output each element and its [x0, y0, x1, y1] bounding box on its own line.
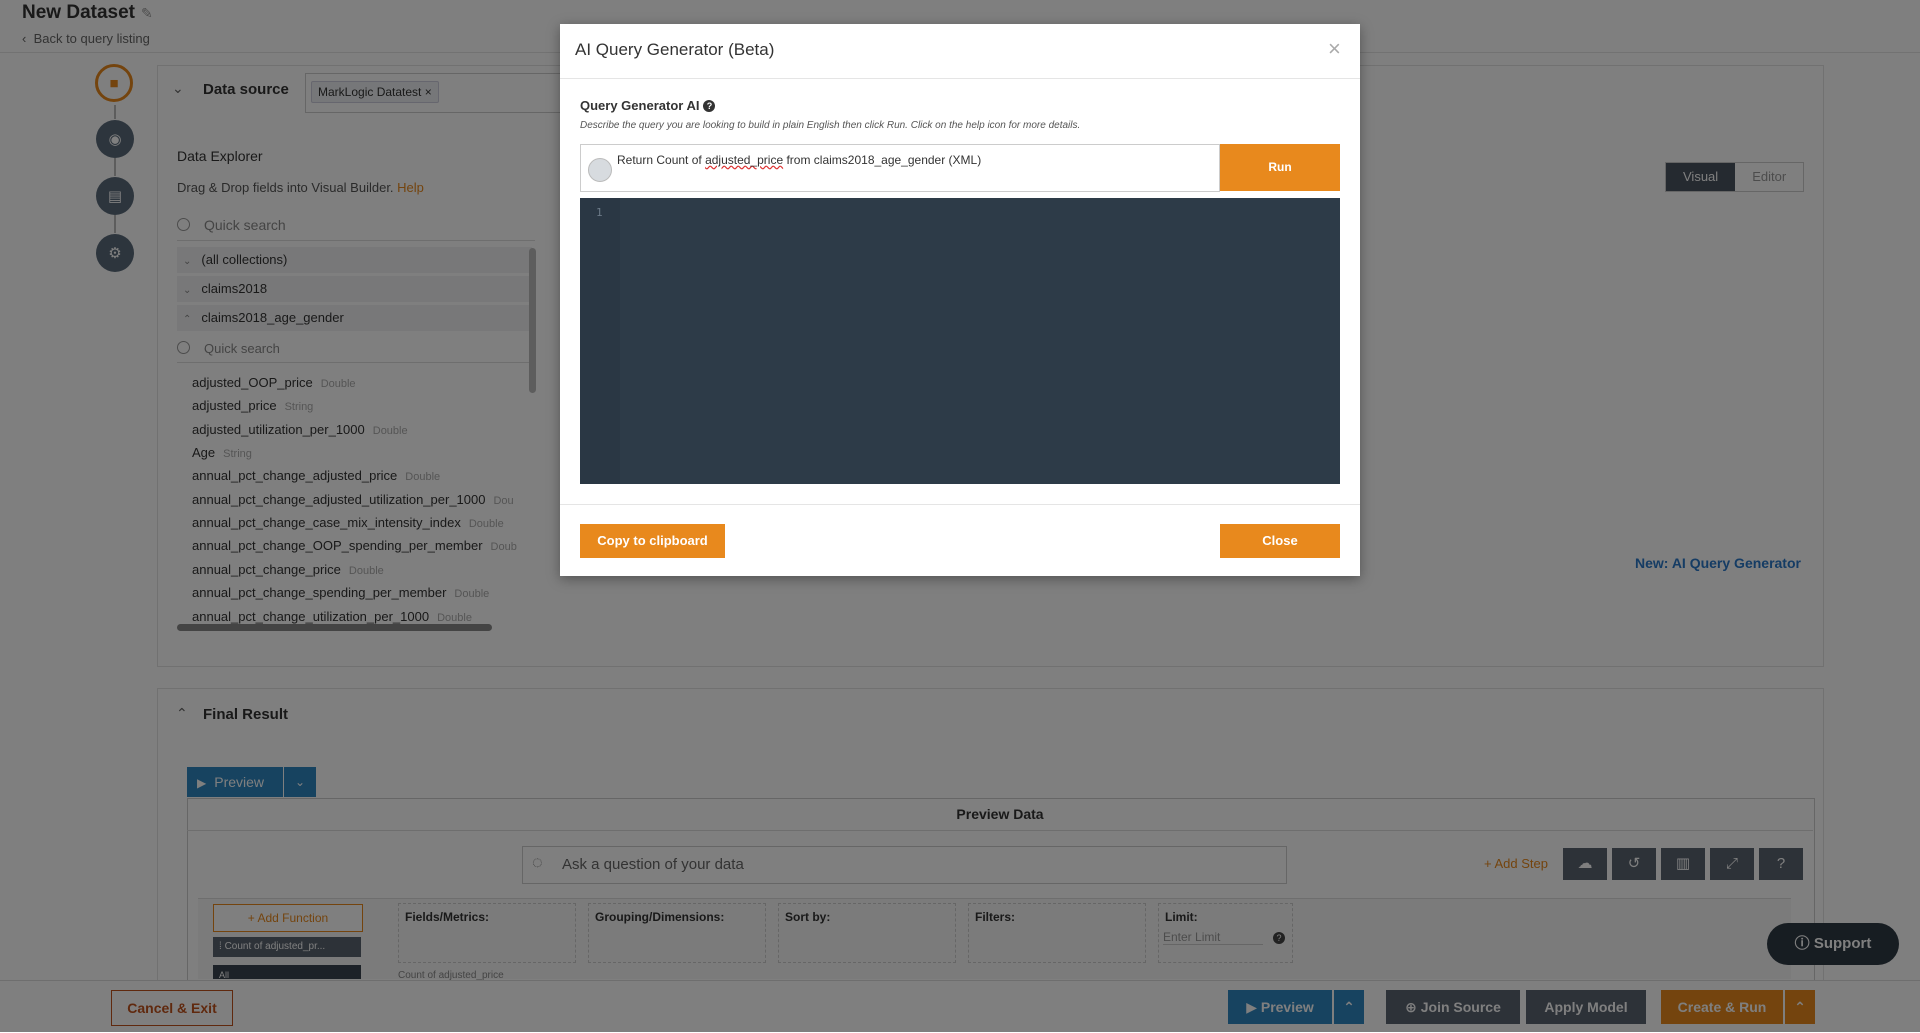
run-button[interactable]: Run — [1220, 144, 1340, 191]
query-generator-label: Query Generator AI? — [580, 98, 716, 113]
modal-footer-divider — [560, 504, 1360, 505]
copy-to-clipboard-button[interactable]: Copy to clipboard — [580, 524, 725, 558]
close-button[interactable]: Close — [1220, 524, 1340, 558]
ai-query-generator-modal: AI Query Generator (Beta) × Query Genera… — [560, 24, 1360, 576]
help-icon[interactable]: ? — [703, 100, 716, 112]
close-icon[interactable]: × — [1328, 36, 1341, 62]
code-editor[interactable] — [580, 198, 1340, 484]
line-number: 1 — [596, 206, 603, 219]
query-input[interactable] — [580, 144, 1220, 192]
editor-gutter — [580, 198, 620, 484]
modal-title: AI Query Generator (Beta) — [575, 40, 775, 59]
query-text[interactable]: Return Count of adjusted_price from clai… — [617, 153, 981, 167]
avatar — [588, 158, 612, 182]
query-description: Describe the query you are looking to bu… — [580, 120, 1081, 131]
